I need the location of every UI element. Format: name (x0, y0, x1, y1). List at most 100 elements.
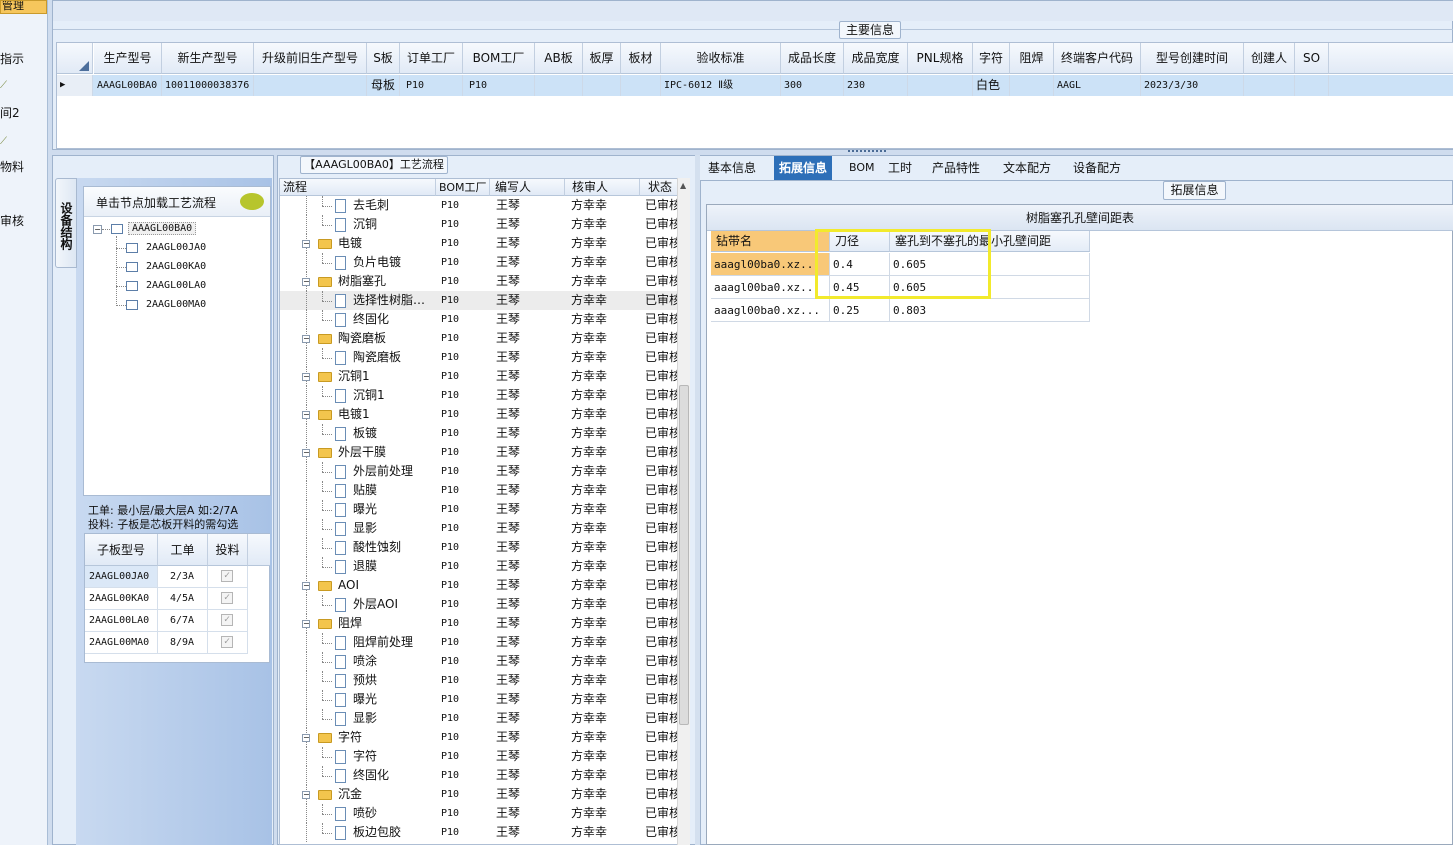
process-row[interactable]: 板边包胶 P10 王琴 方幸幸 已审核 (280, 823, 678, 842)
cell-bom-factory[interactable]: P10 (436, 785, 490, 804)
cell-reviewer[interactable]: 方幸幸 (565, 690, 640, 709)
feed-checkbox[interactable]: ✓ (221, 592, 233, 604)
cell-process-name[interactable]: − 树脂塞孔 (280, 272, 436, 291)
cell-process-name[interactable]: 负片电镀 (280, 253, 436, 272)
cell-status[interactable]: 已审核 (640, 652, 678, 671)
cell-spacing[interactable]: 0.803 (890, 299, 1090, 322)
cell-reviewer[interactable]: 方幸幸 (565, 329, 640, 348)
cell-process-name[interactable]: 去毛刺 (280, 196, 436, 215)
cell-bom-factory[interactable]: P10 (436, 633, 490, 652)
tab-work-hours[interactable]: 工时 (888, 156, 912, 180)
cell-status[interactable]: 已审核 (640, 272, 678, 291)
cell-bom-factory[interactable]: P10 (436, 481, 490, 500)
cell-reviewer[interactable]: 方幸幸 (565, 614, 640, 633)
cell-writer[interactable]: 王琴 (490, 804, 565, 823)
process-row[interactable]: 终固化 P10 王琴 方幸幸 已审核 (280, 310, 678, 329)
col-header[interactable]: 订单工厂 (400, 43, 463, 74)
cell-status[interactable]: 已审核 (640, 595, 678, 614)
cell-process-name[interactable]: − 电镀1 (280, 405, 436, 424)
cell-bom-factory[interactable]: P10 (436, 614, 490, 633)
cell-bom-factory[interactable]: P10 (436, 215, 490, 234)
cell-drill[interactable]: aaagl00ba0.xz... (711, 276, 830, 299)
cell-bom-factory[interactable]: P10 (436, 804, 490, 823)
process-row[interactable]: − 电镀 P10 王琴 方幸幸 已审核 (280, 234, 678, 253)
cell-bom-factory[interactable]: P10 (436, 272, 490, 291)
col-header[interactable]: PNL规格 (908, 43, 973, 74)
collapse-icon[interactable]: − (93, 225, 102, 234)
cell-reviewer[interactable]: 方幸幸 (565, 728, 640, 747)
process-row[interactable]: 选择性树脂塞孔 P10 王琴 方幸幸 已审核 (280, 291, 678, 310)
process-row[interactable]: 外层AOI P10 王琴 方幸幸 已审核 (280, 595, 678, 614)
cell-bom-factory[interactable]: P10 (436, 690, 490, 709)
cell-bom-factory[interactable]: P10 (436, 652, 490, 671)
cell-bom-factory[interactable]: P10 (436, 538, 490, 557)
cell-material[interactable] (621, 75, 661, 96)
cell-status[interactable]: 已审核 (640, 766, 678, 785)
cell-drill[interactable]: aaagl00ba0.xz... (711, 253, 830, 276)
cell-reviewer[interactable]: 方幸幸 (565, 538, 640, 557)
cell-bom-factory[interactable]: P10 (436, 595, 490, 614)
process-row[interactable]: 外层前处理 P10 王琴 方幸幸 已审核 (280, 462, 678, 481)
table-row[interactable]: ▶ AAAGL00BA0 10011000038376 母板 P10 P10 I… (57, 75, 1453, 96)
col-header[interactable]: BOM工厂 (436, 179, 490, 196)
collapse-icon[interactable]: − (302, 620, 310, 628)
cell-writer[interactable]: 王琴 (490, 234, 565, 253)
cell-bom-factory[interactable]: P10 (436, 291, 490, 310)
cell-so[interactable] (1295, 75, 1329, 96)
cell-reviewer[interactable]: 方幸幸 (565, 462, 640, 481)
col-header[interactable]: 状态 (640, 179, 678, 196)
cell-reviewer[interactable]: 方幸幸 (565, 652, 640, 671)
cell-writer[interactable]: 王琴 (490, 462, 565, 481)
cell-status[interactable]: 已审核 (640, 785, 678, 804)
cell-reviewer[interactable]: 方幸幸 (565, 424, 640, 443)
scrollbar-thumb[interactable] (679, 385, 689, 725)
col-header[interactable]: AB板 (535, 43, 583, 74)
col-header[interactable]: 生产型号 (94, 43, 162, 74)
cell-new-model[interactable]: 10011000038376 (162, 75, 254, 96)
cell-process-name[interactable]: 板边包胶 (280, 823, 436, 842)
cell-bom-factory[interactable]: P10 (436, 728, 490, 747)
cell-solder-mask[interactable] (1010, 75, 1054, 96)
cell-bom-factory[interactable]: P10 (436, 766, 490, 785)
col-header[interactable]: SO (1295, 43, 1329, 74)
cell-reviewer[interactable]: 方幸幸 (565, 481, 640, 500)
col-header[interactable]: 编写人 (490, 179, 565, 196)
col-header[interactable]: 成品长度 (781, 43, 844, 74)
cell-status[interactable]: 已审核 (640, 405, 678, 424)
cell-bom-factory[interactable]: P10 (436, 557, 490, 576)
cell-creator[interactable] (1244, 75, 1295, 96)
cell-status[interactable]: 已审核 (640, 614, 678, 633)
process-row[interactable]: 贴膜 P10 王琴 方幸幸 已审核 (280, 481, 678, 500)
collapse-icon[interactable]: − (302, 240, 310, 248)
col-header-diameter[interactable]: 刀径 (830, 231, 890, 252)
cell-process-name[interactable]: 陶瓷磨板 (280, 348, 436, 367)
cell-drill[interactable]: aaagl00ba0.xz... (711, 299, 830, 322)
cell-bom-factory[interactable]: P10 (436, 253, 490, 272)
cell-reviewer[interactable]: 方幸幸 (565, 709, 640, 728)
tab-product-features[interactable]: 产品特性 (932, 156, 980, 180)
cell-status[interactable]: 已审核 (640, 253, 678, 272)
cell-status[interactable]: 已审核 (640, 519, 678, 538)
col-header[interactable]: 阻焊 (1010, 43, 1054, 74)
col-header[interactable]: 创建人 (1244, 43, 1295, 74)
cell-reviewer[interactable]: 方幸幸 (565, 196, 640, 215)
cell-reviewer[interactable]: 方幸幸 (565, 519, 640, 538)
scroll-up-icon[interactable]: ▲ (680, 181, 686, 190)
cell-reviewer[interactable]: 方幸幸 (565, 310, 640, 329)
cell-spacing[interactable]: 0.605 (890, 253, 1090, 276)
collapse-icon[interactable]: − (302, 411, 310, 419)
cell-process-name[interactable]: − 沉金 (280, 785, 436, 804)
cell-process-name[interactable]: − 陶瓷磨板 (280, 329, 436, 348)
process-row[interactable]: 显影 P10 王琴 方幸幸 已审核 (280, 519, 678, 538)
collapse-icon[interactable]: − (302, 449, 310, 457)
feed-checkbox[interactable]: ✓ (221, 636, 233, 648)
col-header[interactable]: S板 (367, 43, 400, 74)
cell-customer-code[interactable]: AAGL (1054, 75, 1141, 96)
cell-status[interactable]: 已审核 (640, 576, 678, 595)
cell-writer[interactable]: 王琴 (490, 367, 565, 386)
process-row[interactable]: 陶瓷磨板 P10 王琴 方幸幸 已审核 (280, 348, 678, 367)
cell-process-name[interactable]: 预烘 (280, 671, 436, 690)
cell-writer[interactable]: 王琴 (490, 386, 565, 405)
collapse-icon[interactable]: − (302, 582, 310, 590)
cell-process-name[interactable]: 喷砂 (280, 804, 436, 823)
